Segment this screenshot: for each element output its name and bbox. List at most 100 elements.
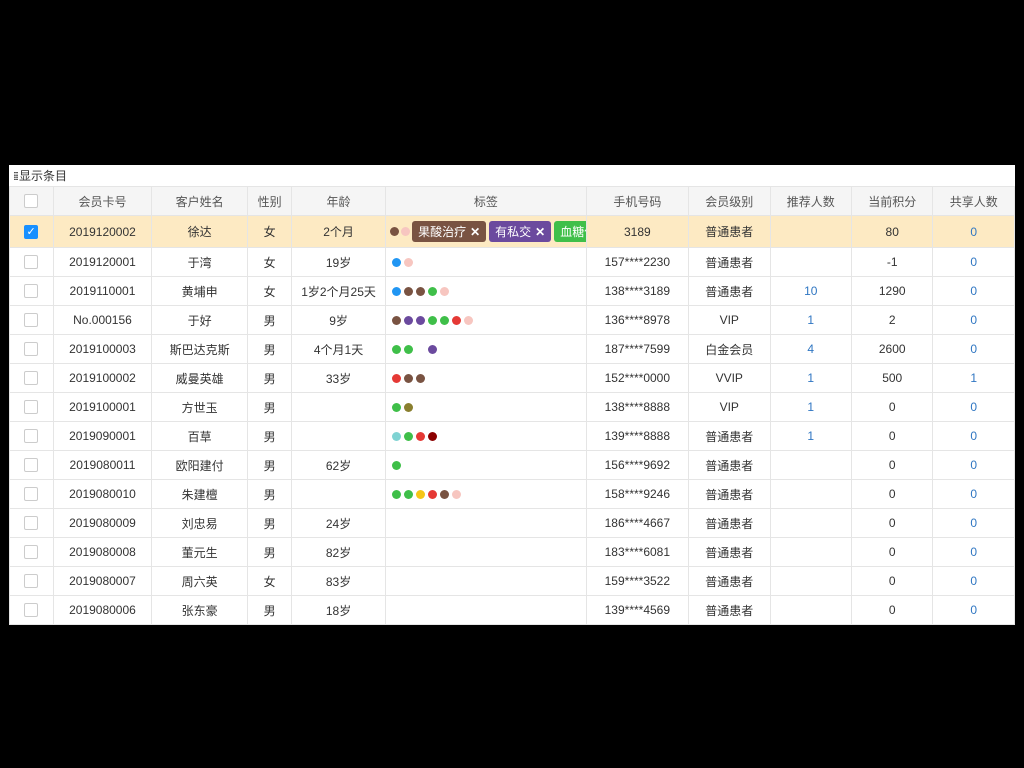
col-ref[interactable]: 推荐人数	[770, 187, 851, 216]
tag-dot	[440, 316, 449, 325]
cell-level: 普通患者	[689, 422, 770, 451]
cell-age: 18岁	[292, 596, 386, 625]
cell-phone: 3189	[586, 216, 688, 248]
table-row[interactable]: 2019080011欧阳建付男62岁156****9692普通患者00	[10, 451, 1015, 480]
cell-name: 于湾	[152, 248, 248, 277]
cell-name: 百草	[152, 422, 248, 451]
tag-chip-label: 血糖偏高	[560, 225, 586, 239]
col-age[interactable]: 年龄	[292, 187, 386, 216]
row-checkbox[interactable]	[24, 574, 38, 588]
cell-checkbox[interactable]	[10, 567, 54, 596]
cell-level: 普通患者	[689, 567, 770, 596]
cell-phone: 138****8888	[586, 393, 688, 422]
cell-checkbox[interactable]	[10, 509, 54, 538]
tag-chip[interactable]: 果酸治疗✕	[412, 221, 486, 242]
col-sex[interactable]: 性别	[248, 187, 292, 216]
close-icon[interactable]: ✕	[470, 225, 480, 239]
table-row[interactable]: 2019090001百草男139****8888普通患者100	[10, 422, 1015, 451]
cell-checkbox[interactable]	[10, 277, 54, 306]
col-checkbox[interactable]	[10, 187, 54, 216]
row-checkbox[interactable]	[24, 429, 38, 443]
cell-sex: 女	[248, 277, 292, 306]
table-row[interactable]: 2019120001于湾女19岁157****2230普通患者-10	[10, 248, 1015, 277]
tag-dot	[392, 345, 401, 354]
cell-share: 0	[933, 277, 1015, 306]
cell-checkbox[interactable]	[10, 306, 54, 335]
cell-checkbox[interactable]	[10, 335, 54, 364]
cell-checkbox[interactable]	[10, 393, 54, 422]
row-checkbox[interactable]	[24, 487, 38, 501]
col-share[interactable]: 共享人数	[933, 187, 1015, 216]
col-tags[interactable]: 标签	[386, 187, 587, 216]
cell-tags	[386, 509, 587, 538]
cell-sex: 男	[248, 509, 292, 538]
cell-card: 2019100001	[53, 393, 151, 422]
cell-tags	[386, 538, 587, 567]
row-checkbox[interactable]	[24, 284, 38, 298]
col-phone[interactable]: 手机号码	[586, 187, 688, 216]
cell-share: 0	[933, 509, 1015, 538]
toolbar-display-items[interactable]: ⁞⁞⁞显示条目	[9, 165, 1015, 186]
tag-dot	[416, 374, 425, 383]
table-row[interactable]: 2019100003斯巴达克斯男4个月1天187****7599白金会员4260…	[10, 335, 1015, 364]
cell-level: 普通患者	[689, 596, 770, 625]
checkbox-all[interactable]	[24, 194, 38, 208]
table-row[interactable]: 2019100001方世玉男138****8888VIP100	[10, 393, 1015, 422]
cell-checkbox[interactable]	[10, 596, 54, 625]
table-row[interactable]: 2019100002威曼英雄男33岁152****0000VVIP15001	[10, 364, 1015, 393]
tag-chip[interactable]: 血糖偏高✕	[554, 221, 586, 242]
cell-tags	[386, 480, 587, 509]
cell-checkbox[interactable]	[10, 451, 54, 480]
row-checkbox[interactable]	[24, 458, 38, 472]
col-points[interactable]: 当前积分	[851, 187, 932, 216]
row-checkbox[interactable]	[24, 603, 38, 617]
table-row[interactable]: 2019080010朱建檀男158****9246普通患者00	[10, 480, 1015, 509]
grid-icon: ⁞⁞⁞	[13, 169, 17, 183]
tag-dot	[428, 316, 437, 325]
cell-refcount	[770, 538, 851, 567]
col-card[interactable]: 会员卡号	[53, 187, 151, 216]
cell-sex: 女	[248, 248, 292, 277]
tag-dot	[392, 374, 401, 383]
table-row[interactable]: 2019080008董元生男82岁183****6081普通患者00	[10, 538, 1015, 567]
row-checkbox[interactable]	[24, 371, 38, 385]
row-checkbox[interactable]	[24, 255, 38, 269]
cell-checkbox[interactable]	[10, 216, 54, 248]
col-level[interactable]: 会员级别	[689, 187, 770, 216]
close-icon[interactable]: ✕	[535, 225, 545, 239]
cell-age: 83岁	[292, 567, 386, 596]
tag-dot	[404, 258, 413, 267]
table-row[interactable]: 2019120002徐达女2个月果酸治疗✕有私交✕血糖偏高✕3189普通患者80…	[10, 216, 1015, 248]
cell-phone: 186****4667	[586, 509, 688, 538]
cell-level: 白金会员	[689, 335, 770, 364]
cell-tags	[386, 248, 587, 277]
cell-name: 张东豪	[152, 596, 248, 625]
cell-name: 于好	[152, 306, 248, 335]
row-checkbox[interactable]	[24, 313, 38, 327]
table-row[interactable]: No.000156于好男9岁136****8978VIP120	[10, 306, 1015, 335]
cell-checkbox[interactable]	[10, 364, 54, 393]
cell-checkbox[interactable]	[10, 248, 54, 277]
cell-age: 82岁	[292, 538, 386, 567]
cell-checkbox[interactable]	[10, 480, 54, 509]
cell-age	[292, 422, 386, 451]
cell-tags: 果酸治疗✕有私交✕血糖偏高✕	[386, 216, 587, 248]
cell-checkbox[interactable]	[10, 538, 54, 567]
cell-tags	[386, 306, 587, 335]
row-checkbox[interactable]	[24, 400, 38, 414]
col-name[interactable]: 客户姓名	[152, 187, 248, 216]
row-checkbox[interactable]	[24, 516, 38, 530]
table-row[interactable]: 2019080006张东豪男18岁139****4569普通患者00	[10, 596, 1015, 625]
row-checkbox[interactable]	[24, 225, 38, 239]
cell-tags	[386, 277, 587, 306]
table-row[interactable]: 2019110001黄埔申女1岁2个月25天138****3189普通患者101…	[10, 277, 1015, 306]
row-checkbox[interactable]	[24, 545, 38, 559]
table-row[interactable]: 2019080009刘忠易男24岁186****4667普通患者00	[10, 509, 1015, 538]
tag-dot	[404, 403, 413, 412]
cell-name: 方世玉	[152, 393, 248, 422]
cell-name: 威曼英雄	[152, 364, 248, 393]
tag-chip[interactable]: 有私交✕	[489, 221, 551, 242]
table-row[interactable]: 2019080007周六英女83岁159****3522普通患者00	[10, 567, 1015, 596]
cell-checkbox[interactable]	[10, 422, 54, 451]
row-checkbox[interactable]	[24, 342, 38, 356]
